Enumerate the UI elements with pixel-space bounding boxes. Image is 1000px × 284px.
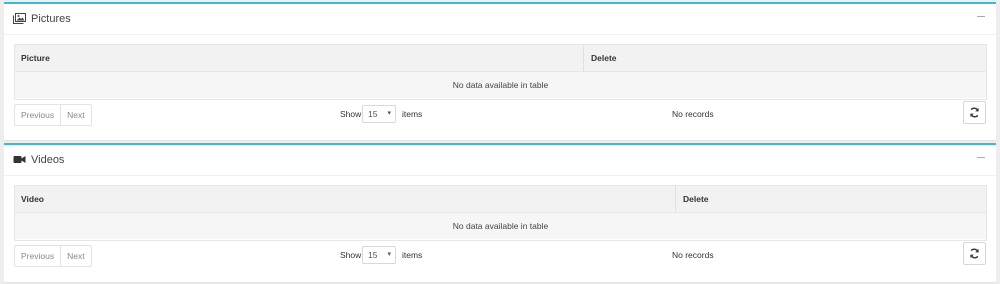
pictures-table-header: Picture Delete xyxy=(15,45,986,72)
pictures-pager: Previous Next xyxy=(14,104,92,126)
show-label: Show xyxy=(340,109,362,119)
pictures-table-footer: Previous Next Show 15 ▾ items No records xyxy=(14,101,986,126)
refresh-icon xyxy=(970,248,979,259)
previous-page-button[interactable]: Previous xyxy=(15,105,60,125)
page-size-value: 15 xyxy=(368,109,378,119)
refresh-icon xyxy=(970,107,979,118)
pictures-panel-title: Pictures xyxy=(31,13,71,25)
videos-pager: Previous Next xyxy=(14,245,92,267)
column-header-delete[interactable]: Delete xyxy=(677,186,709,212)
items-label: items xyxy=(402,109,423,119)
page-size-select[interactable]: 15 ▾ xyxy=(362,246,396,264)
column-divider xyxy=(675,186,676,212)
pictures-collapse-button[interactable] xyxy=(977,8,987,22)
videos-panel-header: Videos xyxy=(4,145,996,176)
pictures-panel: Pictures Picture Delete No data availabl… xyxy=(4,2,996,140)
column-header-picture[interactable]: Picture xyxy=(15,45,50,71)
show-label: Show xyxy=(340,250,362,260)
column-header-delete[interactable]: Delete xyxy=(585,45,617,71)
videos-collapse-button[interactable] xyxy=(977,149,987,163)
records-count: No records xyxy=(672,250,714,260)
previous-page-button[interactable]: Previous xyxy=(15,246,60,266)
video-camera-icon xyxy=(13,154,26,165)
empty-table-message: No data available in table xyxy=(15,72,986,98)
pictures-table: Picture Delete No data available in tabl… xyxy=(14,44,987,100)
videos-table: Video Delete No data available in table xyxy=(14,185,987,241)
page-size-select[interactable]: 15 ▾ xyxy=(362,105,396,123)
records-count: No records xyxy=(672,109,714,119)
refresh-button[interactable] xyxy=(963,101,986,124)
videos-panel-title: Videos xyxy=(31,154,65,166)
videos-table-header: Video Delete xyxy=(15,186,986,213)
videos-table-footer: Previous Next Show 15 ▾ items No records xyxy=(14,242,986,267)
image-icon xyxy=(13,13,26,24)
select-caret-icon: ▾ xyxy=(387,251,391,258)
empty-table-message: No data available in table xyxy=(15,213,986,239)
column-header-video[interactable]: Video xyxy=(15,186,44,212)
next-page-button[interactable]: Next xyxy=(60,246,90,266)
refresh-button[interactable] xyxy=(963,242,986,265)
next-page-button[interactable]: Next xyxy=(60,105,90,125)
items-label: items xyxy=(402,250,423,260)
column-divider xyxy=(583,45,584,71)
page-size-value: 15 xyxy=(368,250,378,260)
select-caret-icon: ▾ xyxy=(387,110,391,117)
videos-panel: Videos Video Delete No data available in… xyxy=(4,143,996,282)
pictures-panel-header: Pictures xyxy=(4,4,996,35)
